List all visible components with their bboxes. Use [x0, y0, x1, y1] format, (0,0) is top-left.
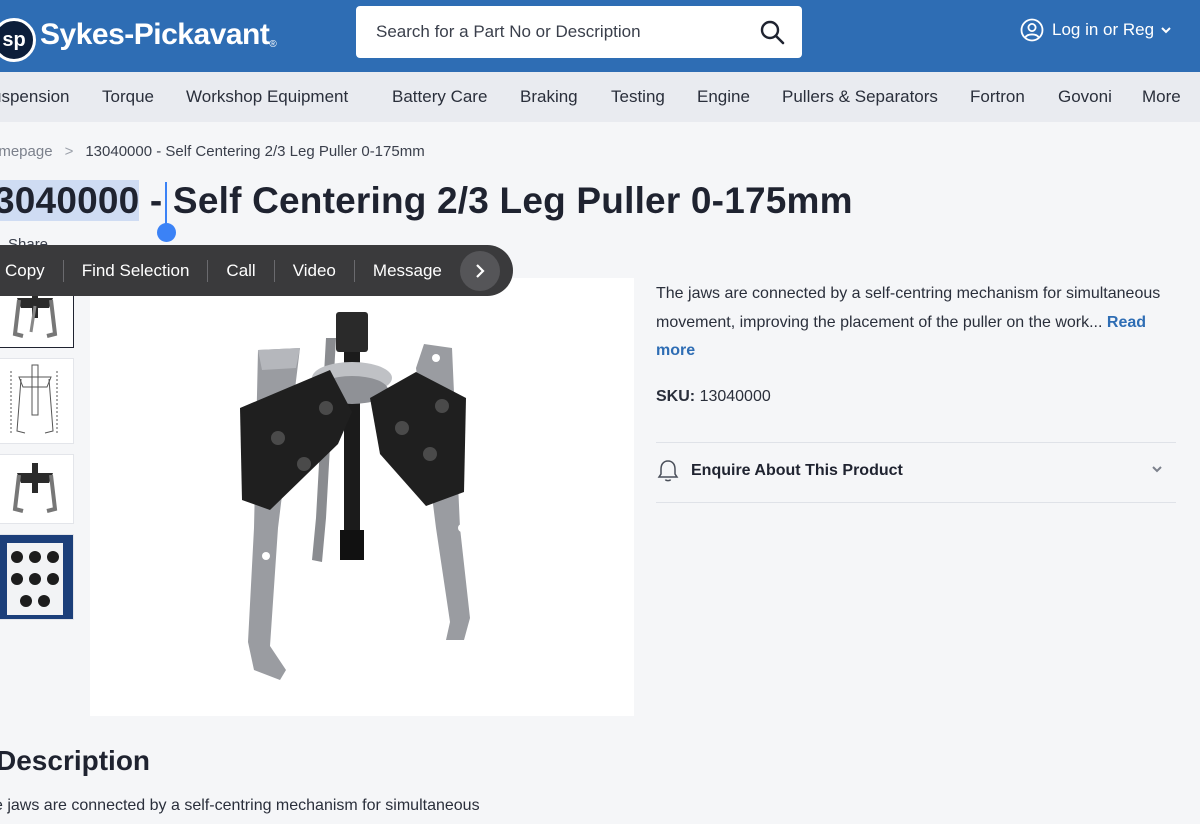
enquire-label: Enquire About This Product: [691, 462, 903, 479]
short-description-text: The jaws are connected by a self-centrin…: [656, 285, 1161, 331]
description-body: e jaws are connected by a self-centring …: [0, 797, 480, 814]
selected-text[interactable]: 3040000: [0, 180, 140, 221]
breadcrumb-current: 13040000 - Self Centering 2/3 Leg Puller…: [85, 143, 425, 160]
nav-item-more[interactable]: More: [1142, 87, 1181, 107]
title-rest: - Self Centering 2/3 Leg Puller 0-175mm: [139, 180, 853, 221]
sku-value: 13040000: [699, 388, 771, 405]
page-title: 3040000 - Self Centering 2/3 Leg Puller …: [0, 180, 853, 222]
nav-item-engine[interactable]: Engine: [697, 87, 750, 107]
product-thumbnail-3[interactable]: [0, 454, 74, 524]
chevron-down-icon: [1152, 466, 1162, 473]
search-input[interactable]: Search for a Part No or Description: [376, 22, 742, 42]
nav-item-braking[interactable]: Braking: [520, 87, 578, 107]
nav-item-pullers-separators[interactable]: Pullers & Separators: [782, 87, 938, 107]
breadcrumb: omepage > 13040000 - Self Centering 2/3 …: [0, 143, 425, 160]
site-logo[interactable]: sp Sykes-Pickavant ®: [0, 4, 277, 62]
divider: [656, 502, 1176, 503]
logo-text: Sykes-Pickavant: [40, 18, 270, 51]
nav-item-testing[interactable]: Testing: [611, 87, 665, 107]
nav-item-suspension[interactable]: uspension: [0, 87, 70, 107]
nav-item-workshop-equipment[interactable]: Workshop Equipment: [186, 87, 348, 107]
nav-item-torque[interactable]: Torque: [102, 87, 154, 107]
login-register-link[interactable]: Log in or Reg: [1020, 18, 1180, 42]
login-label: Log in or Reg: [1052, 20, 1155, 39]
description-heading: Description: [0, 745, 151, 776]
category-nav: uspension Torque Workshop Equipment Batt…: [0, 72, 1200, 122]
site-header: sp Sykes-Pickavant ® Search for a Part N…: [0, 0, 1200, 72]
nav-item-battery-care[interactable]: Battery Care: [392, 87, 487, 107]
divider: [656, 442, 1176, 443]
text-selection-context-menu: Copy Find Selection Call Video Message: [0, 245, 513, 296]
nav-item-fortron[interactable]: Fortron: [970, 87, 1025, 107]
breadcrumb-home[interactable]: omepage: [0, 143, 53, 160]
chevron-down-icon: [1161, 27, 1171, 34]
menu-item-find-selection[interactable]: Find Selection: [64, 245, 208, 296]
chevron-right-icon[interactable]: [459, 250, 500, 291]
breadcrumb-separator: >: [64, 143, 74, 160]
logo-registered-mark: ®: [269, 38, 277, 50]
menu-item-message[interactable]: Message: [355, 245, 460, 296]
product-thumbnail-4[interactable]: [0, 534, 74, 620]
logo-badge: sp: [0, 18, 36, 62]
search-bar[interactable]: Search for a Part No or Description: [356, 6, 802, 58]
enquire-accordion[interactable]: Enquire About This Product: [656, 458, 1176, 484]
selection-handle[interactable]: [157, 223, 176, 242]
user-circle-icon: [1020, 18, 1044, 42]
bell-icon: [657, 460, 679, 482]
menu-item-copy[interactable]: Copy: [0, 245, 63, 296]
menu-item-call[interactable]: Call: [208, 245, 273, 296]
product-main-image[interactable]: [90, 278, 634, 716]
product-thumbnail-2[interactable]: [0, 358, 74, 444]
menu-item-video[interactable]: Video: [275, 245, 354, 296]
search-icon[interactable]: [742, 6, 802, 58]
product-short-description: The jaws are connected by a self-centrin…: [656, 280, 1186, 366]
nav-item-govoni[interactable]: Govoni: [1058, 87, 1112, 107]
sku-label: SKU:: [656, 388, 696, 405]
product-sku: SKU: 13040000: [656, 388, 771, 406]
